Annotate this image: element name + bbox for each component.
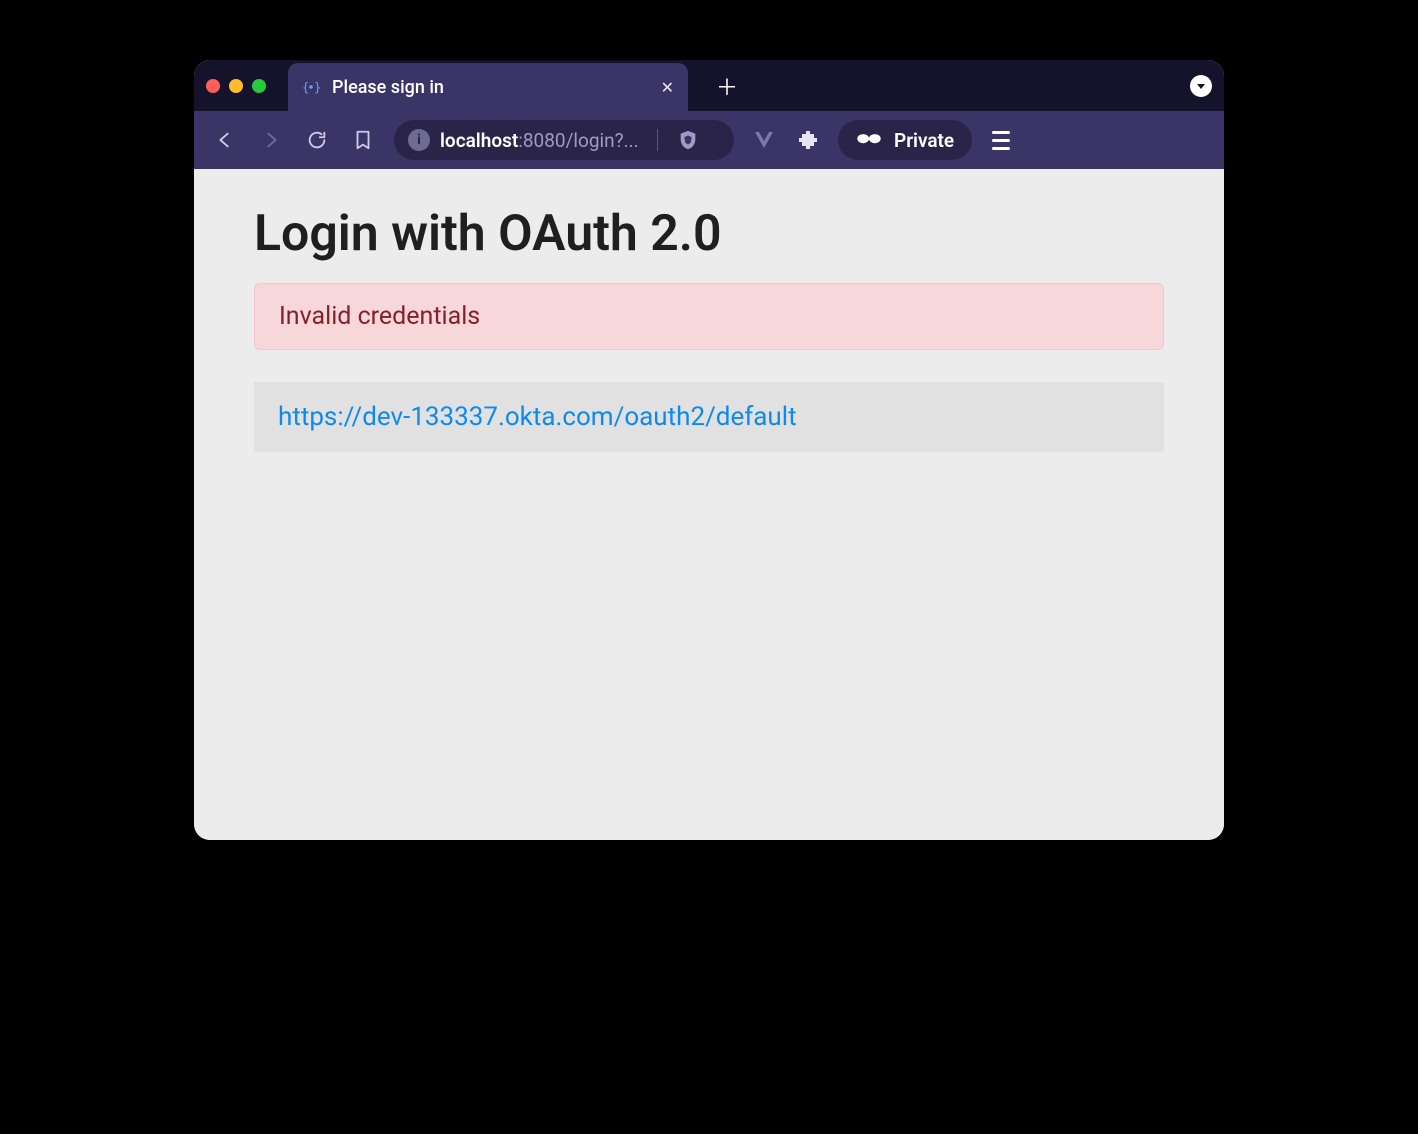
error-alert: Invalid credentials: [254, 283, 1164, 350]
error-text: Invalid credentials: [279, 302, 480, 331]
glasses-icon: [856, 129, 882, 152]
maximize-window-button[interactable]: [252, 79, 266, 93]
tab-list-button[interactable]: [1190, 75, 1212, 97]
close-window-button[interactable]: [206, 79, 220, 93]
window-controls: [206, 79, 266, 93]
oauth-provider-link[interactable]: https://dev-133337.okta.com/oauth2/defau…: [278, 402, 797, 432]
private-mode-indicator[interactable]: Private: [838, 120, 972, 160]
url-host: localhost: [440, 129, 518, 152]
back-button[interactable]: [210, 125, 240, 155]
browser-toolbar: i localhost:8080/login?... Private: [194, 111, 1224, 169]
menu-button[interactable]: [988, 131, 1014, 150]
private-label: Private: [894, 129, 954, 152]
extensions-icon[interactable]: [794, 126, 822, 154]
titlebar: {} Please sign in ✕ ＋: [194, 60, 1224, 111]
url-rest: :8080/login?...: [518, 129, 638, 152]
tab-title: Please sign in: [332, 77, 649, 98]
close-tab-button[interactable]: ✕: [661, 78, 674, 97]
vue-devtools-icon[interactable]: [750, 126, 778, 154]
minimize-window-button[interactable]: [229, 79, 243, 93]
new-tab-button[interactable]: ＋: [708, 67, 746, 105]
page-content: Login with OAuth 2.0 Invalid credentials…: [194, 169, 1224, 840]
site-info-icon[interactable]: i: [408, 129, 430, 151]
oauth-provider-row: https://dev-133337.okta.com/oauth2/defau…: [254, 382, 1164, 452]
svg-text:}: }: [314, 81, 320, 95]
bookmark-button[interactable]: [348, 125, 378, 155]
svg-text:{: {: [302, 81, 309, 95]
url-divider: [657, 129, 658, 151]
reload-button[interactable]: [302, 125, 332, 155]
browser-window: {} Please sign in ✕ ＋ i localhost:8080/l…: [194, 60, 1224, 840]
favicon-icon: {}: [302, 78, 320, 96]
forward-button[interactable]: [256, 125, 286, 155]
brave-shields-icon[interactable]: [676, 128, 700, 152]
address-bar[interactable]: i localhost:8080/login?...: [394, 120, 734, 160]
browser-tab[interactable]: {} Please sign in ✕: [288, 63, 688, 111]
page-heading: Login with OAuth 2.0: [254, 205, 1164, 263]
url-text: localhost:8080/login?...: [440, 129, 639, 152]
